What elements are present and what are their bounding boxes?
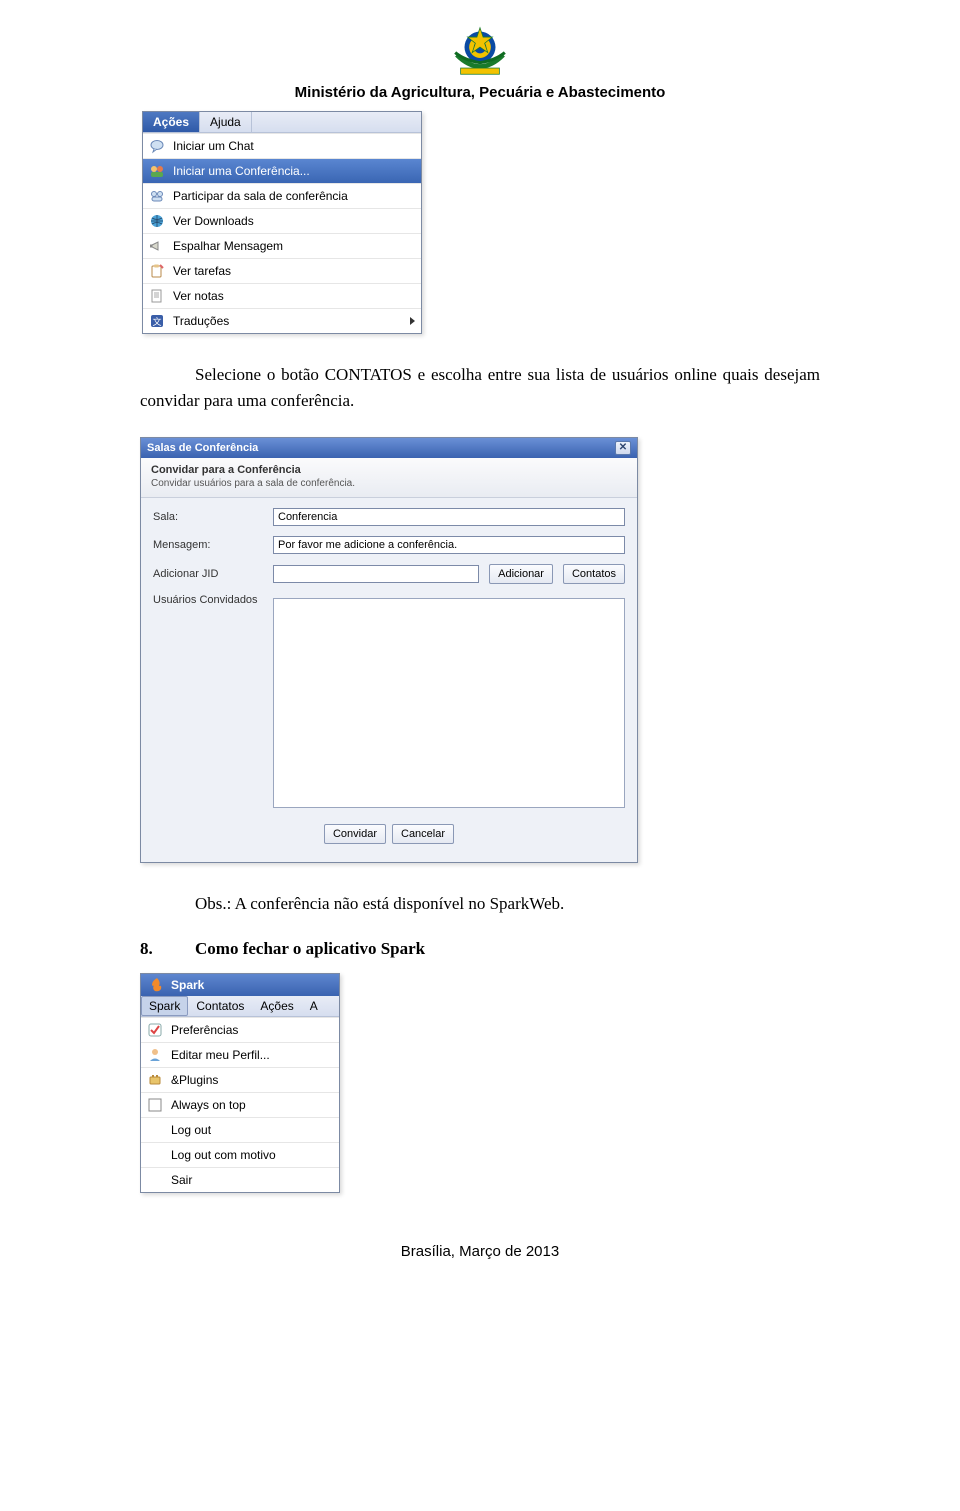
menu-item-label: Espalhar Mensagem: [173, 239, 283, 253]
spark-menubar: Spark Contatos Ações A: [141, 996, 339, 1017]
menu-item-label: Participar da sala de conferência: [173, 189, 348, 203]
jid-label: Adicionar JID: [153, 568, 263, 580]
menu-item-edit-profile[interactable]: Editar meu Perfil...: [141, 1042, 339, 1067]
menu-item-label: Iniciar um Chat: [173, 139, 254, 153]
menu-item-label: Ver Downloads: [173, 214, 254, 228]
spark-title-text: Spark: [171, 978, 204, 992]
user-icon: [147, 1047, 163, 1063]
flame-icon: [149, 978, 165, 992]
conference-dialog-screenshot: Salas de Conferência ✕ Convidar para a C…: [140, 437, 638, 863]
menu-item-downloads[interactable]: Ver Downloads: [143, 208, 421, 233]
room-label: Sala:: [153, 511, 263, 523]
dialog-title: Salas de Conferência: [147, 442, 258, 454]
menu-item-preferences[interactable]: Preferências: [141, 1017, 339, 1042]
menu-item-exit[interactable]: Sair: [141, 1167, 339, 1192]
menubar-item-spark[interactable]: Spark: [141, 996, 188, 1016]
section-number: 8.: [140, 939, 195, 959]
menu-item-start-chat[interactable]: Iniciar um Chat: [143, 133, 421, 158]
menu-item-label: Always on top: [171, 1098, 246, 1112]
invite-button[interactable]: Convidar: [324, 824, 386, 844]
menu-item-label: Ver tarefas: [173, 264, 231, 278]
menu-item-broadcast[interactable]: Espalhar Mensagem: [143, 233, 421, 258]
blank-icon: [147, 1172, 163, 1188]
section-heading: 8.Como fechar o aplicativo Spark: [140, 939, 820, 959]
checkbox-icon: [147, 1097, 163, 1113]
dialog-description: Convidar usuários para a sala de conferê…: [151, 478, 627, 489]
menu-item-always-on-top[interactable]: Always on top: [141, 1092, 339, 1117]
invited-users-label: Usuários Convidados: [153, 594, 263, 606]
close-button[interactable]: ✕: [615, 441, 631, 455]
translate-icon: 文: [149, 313, 165, 329]
door-icon: [149, 188, 165, 204]
add-button[interactable]: Adicionar: [489, 564, 553, 584]
chat-bubble-icon: [149, 138, 165, 154]
menubar: Ações Ajuda: [143, 112, 421, 133]
actions-menu-screenshot: Ações Ajuda Iniciar um Chat Iniciar uma …: [142, 111, 422, 334]
menu-item-label: Iniciar uma Conferência...: [173, 164, 310, 178]
page-footer: Brasília, Março de 2013: [140, 1243, 820, 1260]
menu-item-label: Preferências: [171, 1023, 238, 1037]
instruction-paragraph: Selecione o botão CONTATOS e escolha ent…: [140, 362, 820, 415]
page-header: Ministério da Agricultura, Pecuária e Ab…: [140, 20, 820, 101]
menu-item-label: Log out com motivo: [171, 1148, 276, 1162]
menu-item-notes[interactable]: Ver notas: [143, 283, 421, 308]
ministry-title: Ministério da Agricultura, Pecuária e Ab…: [140, 84, 820, 101]
menu-item-start-conference[interactable]: Iniciar uma Conferência...: [143, 158, 421, 183]
menubar-item-a[interactable]: A: [302, 996, 326, 1016]
invited-users-list[interactable]: [273, 598, 625, 808]
menu-item-logout[interactable]: Log out: [141, 1117, 339, 1142]
obs-paragraph: Obs.: A conferência não está disponível …: [140, 891, 820, 917]
spark-menu-screenshot: Spark Spark Contatos Ações A Preferência…: [140, 973, 340, 1193]
menu-item-label: Traduções: [173, 314, 229, 328]
dialog-subtitle: Convidar para a Conferência: [151, 464, 627, 476]
spark-window-title: Spark: [141, 974, 339, 996]
menu-item-logout-reason[interactable]: Log out com motivo: [141, 1142, 339, 1167]
menubar-item-acoes[interactable]: Ações: [252, 996, 301, 1016]
menu-item-label: Sair: [171, 1173, 192, 1187]
menu-item-label: Editar meu Perfil...: [171, 1048, 270, 1062]
users-icon: [149, 163, 165, 179]
globe-icon: [149, 213, 165, 229]
menu-item-join-room[interactable]: Participar da sala de conferência: [143, 183, 421, 208]
message-label: Mensagem:: [153, 539, 263, 551]
dialog-titlebar: Salas de Conferência ✕: [141, 438, 637, 458]
submenu-arrow-icon: [410, 317, 415, 325]
menu-item-label: &Plugins: [171, 1073, 218, 1087]
menu-item-plugins[interactable]: &Plugins: [141, 1067, 339, 1092]
contacts-button[interactable]: Contatos: [563, 564, 625, 584]
check-icon: [147, 1022, 163, 1038]
message-input[interactable]: [273, 536, 625, 554]
menu-item-label: Log out: [171, 1123, 211, 1137]
menu-item-translations[interactable]: 文 Traduções: [143, 308, 421, 333]
dialog-header: Convidar para a Conferência Convidar usu…: [141, 458, 637, 498]
jid-input[interactable]: [273, 565, 479, 583]
menubar-item-ajuda[interactable]: Ajuda: [200, 112, 252, 132]
cancel-button[interactable]: Cancelar: [392, 824, 454, 844]
blank-icon: [147, 1122, 163, 1138]
megaphone-icon: [149, 238, 165, 254]
menubar-item-contatos[interactable]: Contatos: [188, 996, 252, 1016]
svg-text:文: 文: [152, 316, 161, 327]
plugin-icon: [147, 1072, 163, 1088]
clipboard-icon: [149, 263, 165, 279]
brazil-coat-of-arms-icon: [440, 20, 520, 82]
room-input[interactable]: [273, 508, 625, 526]
section-title: Como fechar o aplicativo Spark: [195, 939, 425, 958]
menubar-item-acoes[interactable]: Ações: [143, 112, 200, 132]
blank-icon: [147, 1147, 163, 1163]
note-icon: [149, 288, 165, 304]
menu-item-label: Ver notas: [173, 289, 224, 303]
menu-item-tasks[interactable]: Ver tarefas: [143, 258, 421, 283]
